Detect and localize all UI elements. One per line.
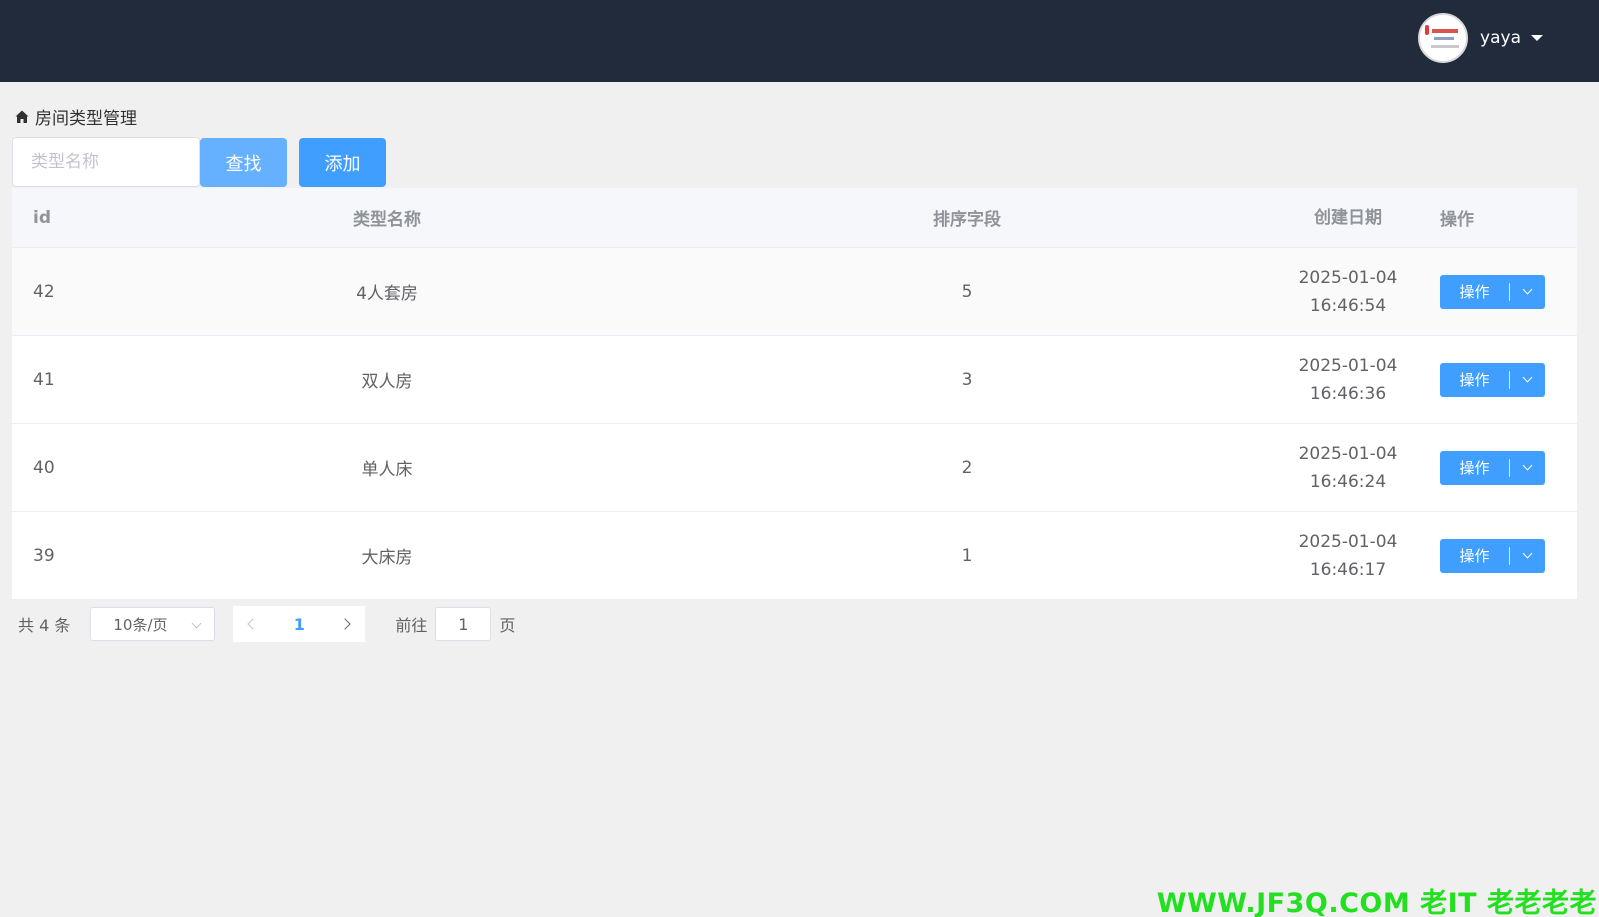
cell-sort: 5	[961, 281, 973, 302]
cell-created-date: 2025-01-04 16:46:24	[1298, 443, 1398, 492]
action-split-button[interactable]: 操作	[1440, 274, 1545, 309]
prev-page-button[interactable]	[233, 606, 270, 642]
action-split-button[interactable]: 操作	[1440, 538, 1545, 573]
column-header-sort[interactable]: 排序字段	[912, 188, 1022, 247]
cell-sort: 3	[961, 369, 973, 390]
chevron-down-icon	[1522, 548, 1533, 559]
next-page-button[interactable]	[329, 606, 366, 642]
table-header: id 类型名称 排序字段 创建日期 操作	[12, 188, 1577, 248]
action-dropdown-toggle[interactable]	[1510, 372, 1545, 383]
column-header-id[interactable]: id	[33, 188, 51, 247]
cell-type-name: 单人床	[361, 460, 413, 480]
caret-down-icon[interactable]	[1531, 35, 1543, 41]
column-header-actions: 操作	[1440, 210, 1474, 230]
action-split-button[interactable]: 操作	[1440, 450, 1545, 485]
table-row: 39 大床房 1 2025-01-04 16:46:17 操作	[12, 512, 1577, 600]
column-header-name[interactable]: 类型名称	[312, 188, 462, 247]
table-row: 42 4人套房 5 2025-01-04 16:46:54 操作	[12, 248, 1577, 336]
action-dropdown-toggle[interactable]	[1510, 548, 1545, 559]
user-menu[interactable]: yaya	[1418, 13, 1543, 63]
user-avatar[interactable]	[1418, 13, 1469, 63]
cell-sort: 1	[961, 545, 973, 566]
site-watermark: WWW.JF3Q.COM 老IT 老老老老	[1156, 888, 1597, 917]
cell-id: 40	[33, 457, 55, 478]
goto-label: 前往	[395, 616, 428, 635]
goto-suffix: 页	[499, 616, 516, 635]
action-dropdown-toggle[interactable]	[1510, 284, 1545, 295]
cell-created-date: 2025-01-04 16:46:54	[1298, 267, 1398, 316]
cell-id: 41	[33, 369, 55, 390]
cell-actions: 操作	[1440, 248, 1545, 335]
room-type-table: id 类型名称 排序字段 创建日期 操作 42 4人套房 5 2025-01-0…	[12, 188, 1577, 600]
cell-actions: 操作	[1440, 424, 1545, 511]
chevron-down-icon	[1522, 372, 1533, 383]
pagination: 共 4 条 10条/页 1 前往 页	[18, 606, 515, 642]
breadcrumb: 房间类型管理	[14, 104, 137, 129]
cell-created-date: 2025-01-04 16:46:36	[1298, 355, 1398, 404]
page-size-value[interactable]: 10条/页	[113, 614, 167, 635]
top-navbar: yaya	[0, 0, 1599, 82]
find-button[interactable]: 查找	[200, 138, 287, 187]
type-name-search-input[interactable]	[12, 137, 200, 187]
page-number-1[interactable]: 1	[269, 606, 330, 642]
cell-created-date: 2025-01-04 16:46:17	[1298, 531, 1398, 580]
action-button-label[interactable]: 操作	[1440, 369, 1509, 390]
page-title: 房间类型管理	[35, 109, 137, 129]
username-label[interactable]: yaya	[1480, 28, 1521, 48]
pagination-total: 共 4 条	[18, 616, 71, 635]
cell-id: 39	[33, 545, 55, 566]
cell-type-name: 4人套房	[356, 284, 418, 304]
chevron-right-icon	[339, 618, 352, 630]
cell-type-name: 双人房	[361, 372, 413, 392]
chevron-down-icon	[1522, 460, 1533, 471]
cell-type-name: 大床房	[361, 548, 413, 568]
cell-id: 42	[33, 281, 55, 302]
action-button-label[interactable]: 操作	[1440, 457, 1509, 478]
action-dropdown-toggle[interactable]	[1510, 460, 1545, 471]
cell-sort: 2	[961, 457, 973, 478]
chevron-down-icon	[1522, 284, 1533, 295]
column-header-date[interactable]: 创建日期	[1292, 188, 1404, 247]
page-size-select[interactable]: 10条/页	[90, 607, 216, 641]
cell-actions: 操作	[1440, 512, 1545, 599]
action-split-button[interactable]: 操作	[1440, 362, 1545, 397]
home-icon	[15, 110, 29, 123]
table-row: 40 单人床 2 2025-01-04 16:46:24 操作	[12, 424, 1577, 512]
action-button-label[interactable]: 操作	[1440, 281, 1509, 302]
chevron-down-icon	[191, 618, 202, 629]
cell-actions: 操作	[1440, 336, 1545, 423]
add-button[interactable]: 添加	[299, 138, 386, 187]
goto-page-input[interactable]	[435, 607, 492, 641]
chevron-left-icon	[247, 618, 260, 630]
table-row: 41 双人房 3 2025-01-04 16:46:36 操作	[12, 336, 1577, 424]
action-button-label[interactable]: 操作	[1440, 545, 1509, 566]
